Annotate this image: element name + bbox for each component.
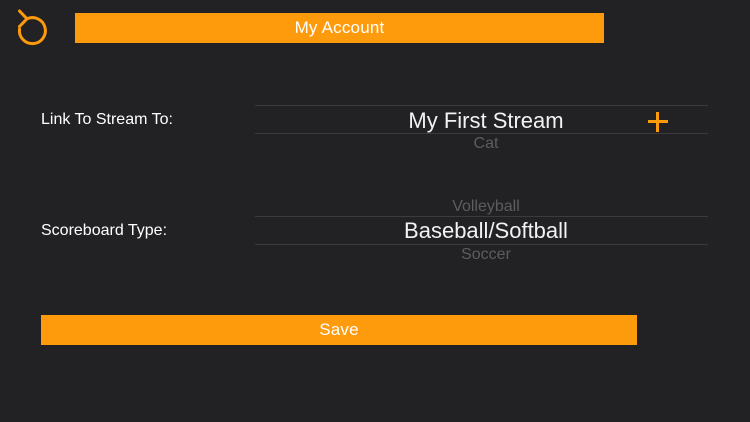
picker-divider: [255, 105, 708, 106]
scoreboard-label: Scoreboard Type:: [41, 222, 168, 239]
scoreboard-picker[interactable]: Volleyball Baseball/Softball Soccer: [255, 194, 708, 266]
page-title: My Account: [294, 18, 385, 37]
save-button[interactable]: Save: [41, 315, 637, 345]
scoreboard-picker-selected[interactable]: Baseball/Softball: [255, 218, 717, 244]
scoreboard-picker-previous[interactable]: Volleyball: [255, 198, 717, 216]
scoreboard-picker-next[interactable]: Soccer: [255, 246, 717, 264]
picker-divider: [255, 216, 708, 217]
stream-picker-next[interactable]: Cat: [255, 135, 717, 150]
picker-divider: [255, 244, 708, 245]
add-stream-button[interactable]: [646, 110, 670, 134]
back-button[interactable]: [10, 8, 52, 52]
stream-label: Link To Stream To:: [41, 111, 173, 128]
picker-divider: [255, 133, 708, 134]
page-title-bar: My Account: [75, 13, 604, 43]
stream-picker[interactable]: My First Stream Cat: [255, 100, 708, 156]
save-button-label: Save: [319, 320, 359, 339]
refresh-back-icon: [17, 9, 47, 46]
